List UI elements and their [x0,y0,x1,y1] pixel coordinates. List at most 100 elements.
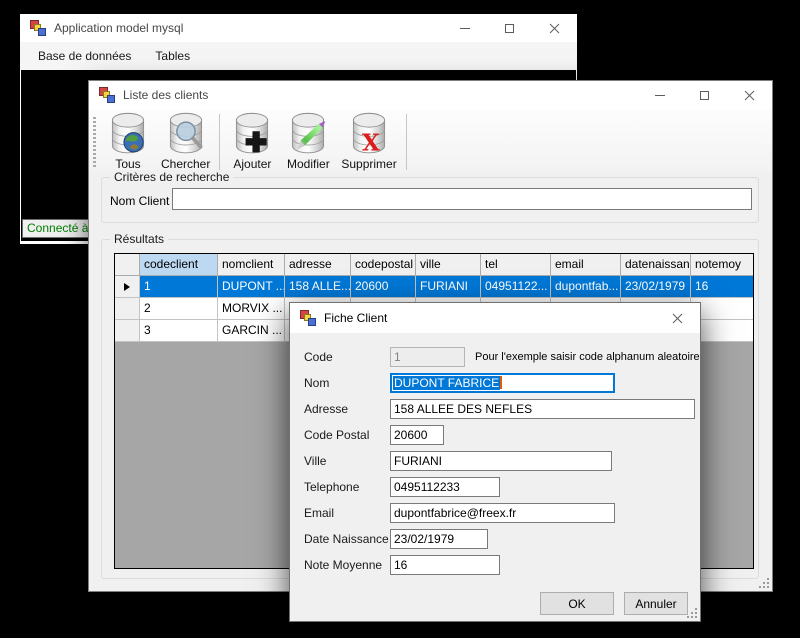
maximize-icon [505,24,514,33]
supprimer-button[interactable]: X Supprimer [336,111,401,172]
column-header[interactable]: notemoy [691,254,754,276]
fiche-client-dialog: Fiche Client Code 1 Pour l'exemple saisi… [289,302,701,622]
app-icon [99,87,115,103]
field-row-code-postal: Code Postal 20600 [290,425,700,445]
selected-text: DUPONT FABRICE [393,376,500,390]
field-label: Adresse [304,399,348,419]
database-search-icon [163,112,209,156]
tous-button[interactable]: Tous [100,111,156,172]
text-caret [500,376,502,389]
close-button[interactable] [532,14,577,42]
ajouter-button[interactable]: Ajouter [224,111,280,172]
field-label: Note Moyenne [304,555,382,575]
desktop: { "main_window": { "title": "Application… [0,0,800,638]
dialog-titlebar[interactable]: Fiche Client [290,303,700,333]
table-cell[interactable]: 20600 [351,276,416,298]
minimize-icon [460,28,470,29]
column-header[interactable]: codepostal [351,254,416,276]
close-button[interactable] [727,81,772,109]
column-header[interactable]: datenaissance [621,254,691,276]
table-row[interactable]: 1 DUPONT ... 158 ALLE... 20600 FURIANI 0… [115,276,753,298]
code-field: 1 [390,347,465,367]
column-header[interactable]: adresse [285,254,351,276]
table-cell[interactable]: 16 [691,276,754,298]
email-field[interactable]: dupontfabrice@freex.fr [390,503,615,523]
table-cell[interactable]: dupontfab... [551,276,621,298]
menu-item-tables[interactable]: Tables [143,42,202,70]
close-icon [549,23,560,34]
table-cell[interactable]: 2 [140,298,218,320]
cancel-button[interactable]: Annuler [624,592,688,615]
menu-item-base-de-donnees[interactable]: Base de données [26,42,143,70]
database-globe-icon [105,112,151,156]
maximize-button[interactable] [682,81,727,109]
field-label: Telephone [304,477,359,497]
row-header-cell[interactable] [115,320,140,342]
size-grip-icon[interactable] [759,578,769,588]
code-hint: Pour l'exemple saisir code alphanum alea… [475,347,700,367]
maximize-icon [700,91,709,100]
nom-client-label: Nom Client [110,194,169,208]
maximize-button[interactable] [487,14,532,42]
table-cell[interactable]: DUPONT ... [218,276,285,298]
table-cell[interactable]: 3 [140,320,218,342]
field-label: Email [304,503,334,523]
column-header[interactable]: email [551,254,621,276]
table-cell[interactable]: GARCIN ... [218,320,285,342]
field-row-note-moyenne: Note Moyenne 16 [290,555,700,575]
ville-field[interactable]: FURIANI [390,451,612,471]
size-grip-icon[interactable] [687,608,697,618]
column-header[interactable]: nomclient [218,254,285,276]
field-label: Nom [304,373,329,393]
note-moyenne-field[interactable]: 16 [390,555,500,575]
column-header[interactable]: ville [416,254,481,276]
row-header-cell[interactable] [115,276,140,298]
field-row-email: Email dupontfabrice@freex.fr [290,503,700,523]
adresse-field[interactable]: 158 ALLEE DES NEFLES [390,399,695,419]
toolbar-grip[interactable] [93,117,96,169]
app-icon [30,20,46,36]
minimize-button[interactable] [442,14,487,42]
field-row-code: Code 1 Pour l'exemple saisir code alphan… [290,347,700,367]
current-row-icon [124,283,130,291]
code-postal-field[interactable]: 20600 [390,425,444,445]
minimize-button[interactable] [637,81,682,109]
main-titlebar[interactable]: Application model mysql [20,14,577,42]
telephone-field[interactable]: 0495112233 [390,477,500,497]
column-header[interactable]: tel [481,254,551,276]
group-title: Critères de recherche [110,170,233,184]
row-header-cell [115,254,140,276]
table-cell[interactable]: 1 [140,276,218,298]
tool-label: Ajouter [233,157,271,171]
table-cell[interactable]: 04951122... [481,276,551,298]
date-naissance-field[interactable]: 23/02/1979 [390,529,488,549]
main-window-title: Application model mysql [54,21,183,35]
database-delete-icon: X [346,112,392,156]
nom-client-input[interactable] [172,188,752,210]
ok-button[interactable]: OK [540,592,614,615]
app-icon [300,310,316,326]
table-cell[interactable]: MORVIX ... [218,298,285,320]
table-cell[interactable]: 158 ALLE... [285,276,351,298]
field-label: Code Postal [304,425,369,445]
list-titlebar[interactable]: Liste des clients [89,81,772,109]
field-row-adresse: Adresse 158 ALLEE DES NEFLES [290,399,700,419]
menu-bar: Base de données Tables [20,42,577,70]
field-row-date-naissance: Date Naissance 23/02/1979 [290,529,700,549]
tool-label: Modifier [287,157,330,171]
close-button[interactable] [655,303,700,333]
row-header-cell[interactable] [115,298,140,320]
tool-label: Chercher [161,157,210,171]
status-badge: Connecté à [22,219,93,238]
list-window-title: Liste des clients [123,88,208,102]
nom-field[interactable]: DUPONT FABRICE [390,373,615,393]
table-cell[interactable]: 23/02/1979 [621,276,691,298]
modifier-button[interactable]: Modifier [280,111,336,172]
group-title: Résultats [110,232,168,246]
table-cell[interactable]: FURIANI [416,276,481,298]
database-plus-icon [229,112,275,156]
search-criteria-group: Critères de recherche Nom Client [101,177,759,223]
column-header[interactable]: codeclient [140,254,218,276]
table-header-row: codeclient nomclient adresse codepostal … [115,254,753,276]
chercher-button[interactable]: Chercher [156,111,215,172]
